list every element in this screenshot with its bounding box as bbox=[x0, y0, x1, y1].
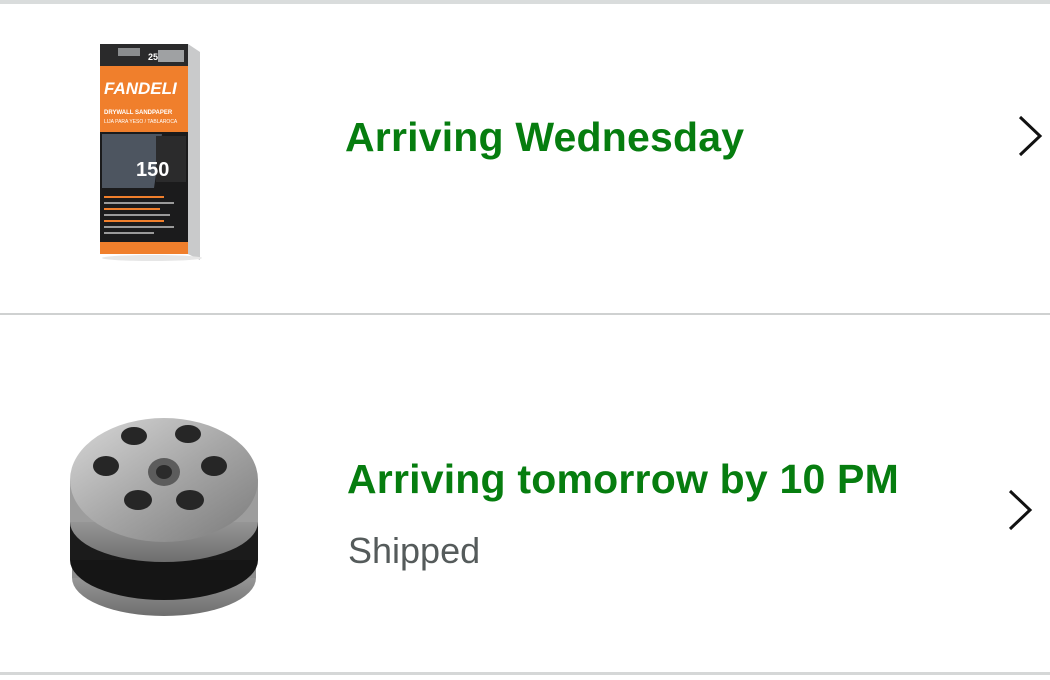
shipment-status: Shipped bbox=[348, 530, 481, 571]
svg-text:LIJA PARA YESO / TABLAROCA: LIJA PARA YESO / TABLAROCA bbox=[104, 119, 178, 125]
order-row-2[interactable]: Arriving tomorrow by 10 PM Shipped bbox=[0, 316, 1050, 672]
order-row-1[interactable]: 25 FANDELI DRYWALL SANDPAPER LIJA PARA Y… bbox=[0, 4, 1050, 314]
svg-text:DRYWALL SANDPAPER: DRYWALL SANDPAPER bbox=[104, 110, 173, 116]
delivery-status: Arriving tomorrow by 10 PM bbox=[347, 456, 899, 502]
clutch-bell-image bbox=[66, 410, 262, 622]
chevron-right-icon bbox=[1014, 114, 1044, 158]
svg-text:25: 25 bbox=[148, 52, 158, 62]
delivery-status: Arriving Wednesday bbox=[345, 114, 745, 160]
sandpaper-box-image: 25 FANDELI DRYWALL SANDPAPER LIJA PARA Y… bbox=[96, 38, 208, 264]
chevron-right-icon bbox=[1004, 488, 1034, 532]
svg-text:150: 150 bbox=[136, 159, 169, 181]
svg-text:FANDELI: FANDELI bbox=[104, 79, 178, 98]
row-divider bbox=[0, 313, 1050, 315]
row-divider bbox=[0, 672, 1050, 675]
